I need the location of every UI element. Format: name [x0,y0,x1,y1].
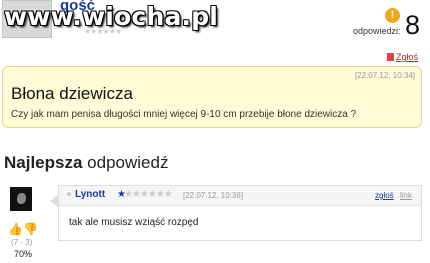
vote-percent: 70% [14,249,33,259]
question-title: Błona dziewicza [11,84,133,103]
thumbs-down-icon[interactable]: 👎 [23,222,38,236]
question-body: Czy jak mam penisa długości mniej więcej… [11,109,357,120]
vote-counts: (7 - 3) [11,238,33,247]
answer-author-link[interactable]: Lynott [75,189,105,200]
thumbs-up-icon[interactable]: 👍 [8,222,23,236]
question-box: [22.07.12, 10:34] Błona dziewicza Czy ja… [2,66,422,128]
answer-header: Lynott ★ ★★★★★★ [22.07.12, 10:36] zgłoś … [59,186,421,206]
report-question-link[interactable]: Zgłoś [396,52,418,62]
answer-rank-stars: ★★★★★★ [124,189,173,200]
watermark: www.wiocha.pl [4,2,219,31]
question-date: [22.07.12, 10:34] [354,71,415,80]
report-flag-icon [387,53,394,61]
answers-count-value: 8 [405,10,421,40]
answer-text: tak ale musisz wziąść rozpęd [69,217,199,228]
answer-date: [22.07.12, 10:36] [183,191,244,200]
report-answer-link[interactable]: zgłoś [375,191,394,200]
best-answer-heading: Najlepsza odpowiedź [4,153,168,173]
answers-count-label: odpowiedzi: [353,26,401,36]
best-answer-heading-rest: odpowiedź [82,153,169,172]
answer-box: Lynott ★ ★★★★★★ [22.07.12, 10:36] zgłoś … [58,185,422,241]
bullet-icon [67,192,71,196]
answer-permalink[interactable]: link [400,191,412,200]
answer-pointer [50,195,58,207]
answerer-avatar[interactable] [10,187,32,211]
best-answer-heading-bold: Najlepsza [4,153,83,172]
exclamation-icon: ! [385,8,400,23]
